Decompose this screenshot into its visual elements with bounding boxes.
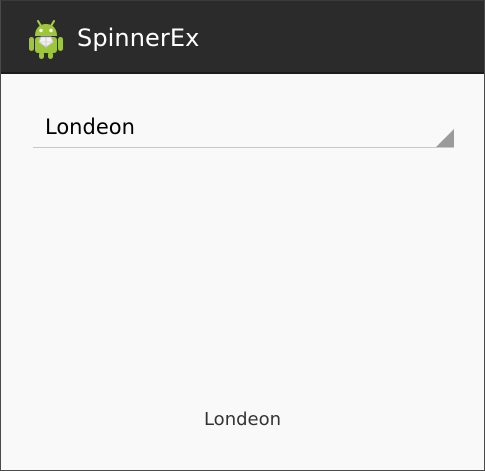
spinner-dropdown-arrow-icon <box>436 129 454 147</box>
spinner-underline <box>33 147 454 148</box>
app-title: SpinnerEx <box>77 24 200 52</box>
app-screen: SpinnerEx Londeon Londeon <box>0 0 485 471</box>
selected-result-text: Londeon <box>203 409 282 430</box>
android-robot-icon <box>29 20 63 59</box>
spinner-selected-value: Londeon <box>45 115 135 139</box>
action-bar: SpinnerEx <box>1 1 484 74</box>
city-spinner[interactable]: Londeon <box>33 104 454 148</box>
